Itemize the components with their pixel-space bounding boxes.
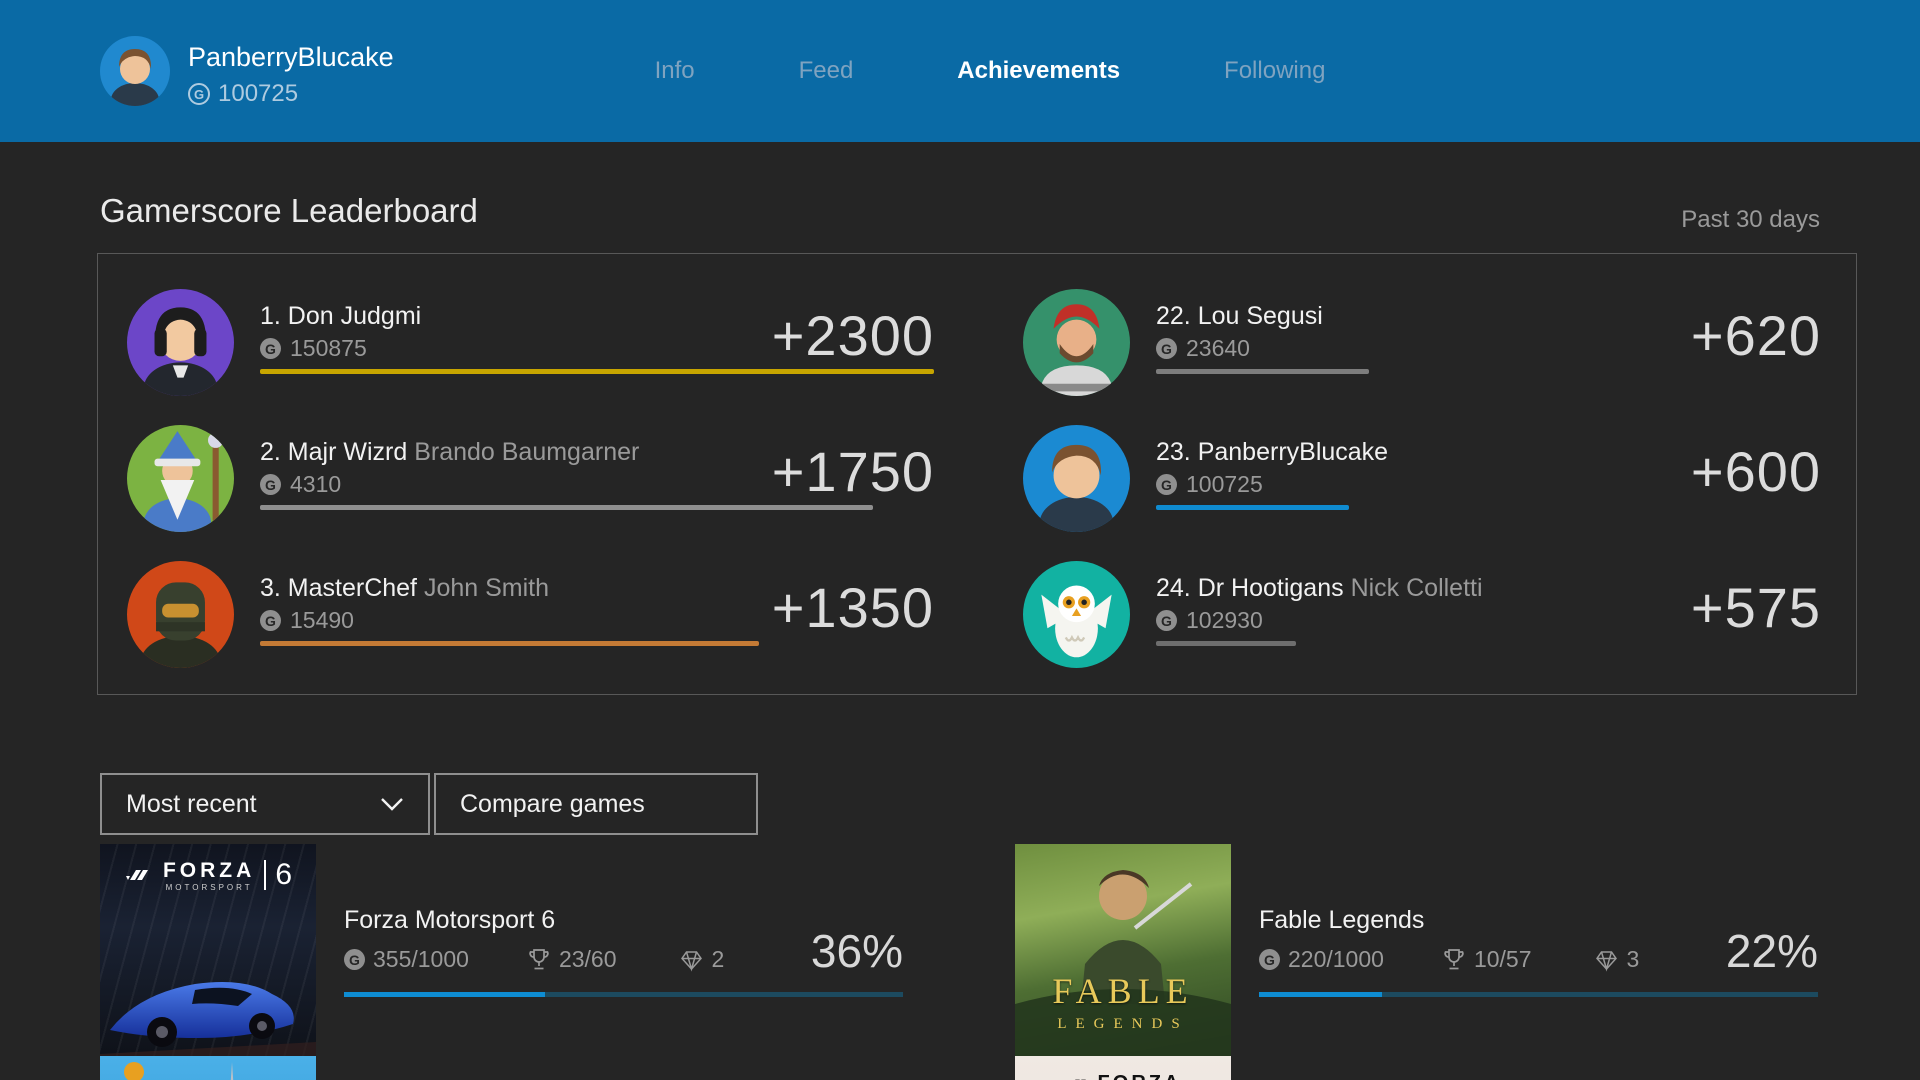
page-title: Gamerscore Leaderboard (100, 192, 478, 230)
avatar-majr-wizrd (127, 425, 234, 532)
score-bar (1156, 505, 1349, 510)
forza-logo: FORZA MOTORSPORT 6 (100, 858, 316, 892)
player-name: 2. Majr Wizrd Brando Baumgarner (260, 438, 639, 467)
gamerscore-icon: G (1156, 610, 1177, 631)
gem-icon (1594, 948, 1619, 972)
player-name: 22. Lou Segusi (1156, 302, 1323, 331)
blue-landscape-art (100, 1056, 316, 1080)
game-achievements: 10/57 (1474, 946, 1532, 973)
player-gamerscore: G 15490 (260, 607, 354, 634)
player-gamerscore: G 150875 (260, 335, 367, 362)
trophy-icon (1442, 947, 1466, 973)
leaderboard-row-23[interactable]: 23. PanberryBlucake G 100725 +600 (1023, 425, 1821, 532)
trophy-icon (527, 947, 551, 973)
avatar-lou-segusi (1023, 289, 1130, 396)
game-tile-fable-legends[interactable]: FABLE LEGENDS (1015, 844, 1231, 1062)
leaderboard-row-2[interactable]: 2. Majr Wizrd Brando Baumgarner G 4310 +… (127, 425, 934, 532)
blue-car-art (100, 932, 316, 1062)
game-stats: G 220/1000 10/57 3 (1259, 946, 1639, 973)
avatar-don-judgmi (127, 289, 234, 396)
game-title: Forza Motorsport 6 (344, 906, 555, 935)
leaderboard-row-22[interactable]: 22. Lou Segusi G 23640 +620 (1023, 289, 1821, 396)
score-delta: +575 (1691, 575, 1821, 640)
tab-info[interactable]: Info (655, 57, 695, 85)
score-bar (260, 505, 873, 510)
score-delta: +620 (1691, 303, 1821, 368)
score-bar (260, 641, 759, 646)
tab-following[interactable]: Following (1224, 57, 1325, 85)
game-title: Fable Legends (1259, 906, 1424, 935)
compare-games-label: Compare games (460, 790, 645, 819)
gamerscore-icon: G (1259, 949, 1280, 970)
game-progress-bar (344, 992, 903, 997)
gamerscore-icon: G (260, 610, 281, 631)
gamerscore-icon: G (260, 474, 281, 495)
avatar-panberryblucake (1023, 425, 1130, 532)
gem-icon (679, 948, 704, 972)
gamerscore-icon: G (260, 338, 281, 359)
game-challenges: 2 (712, 946, 725, 973)
score-delta: +1350 (772, 575, 934, 640)
sort-dropdown[interactable]: Most recent (100, 773, 430, 835)
leaderboard-row-1[interactable]: 1. Don Judgmi G 150875 +2300 (127, 289, 934, 396)
profile-tabs: Info Feed Achievements Following (0, 0, 1920, 142)
profile-header: PanberryBlucake G 100725 Info Feed Achie… (0, 0, 1920, 142)
gamerscore-icon: G (1156, 474, 1177, 495)
player-gamerscore: G 102930 (1156, 607, 1263, 634)
period-label: Past 30 days (1681, 206, 1820, 234)
avatar-dr-hootigans (1023, 561, 1130, 668)
avatar-masterchef (127, 561, 234, 668)
tab-feed[interactable]: Feed (799, 57, 854, 85)
game-progress-bar (1259, 992, 1818, 997)
game-tile-partial-right[interactable]: FORZA (1015, 1056, 1231, 1080)
game-gamerscore: 355/1000 (373, 946, 469, 973)
score-bar (1156, 369, 1369, 374)
game-completion-percent: 36% (744, 924, 903, 978)
score-bar (260, 369, 934, 374)
score-delta: +1750 (772, 439, 934, 504)
score-delta: +2300 (772, 303, 934, 368)
gamerscore-icon: G (344, 949, 365, 970)
game-achievements: 23/60 (559, 946, 617, 973)
leaderboard-row-24[interactable]: 24. Dr Hootigans Nick Colletti G 102930 … (1023, 561, 1821, 668)
leaderboard-row-3[interactable]: 3. MasterChef John Smith G 15490 +1350 (127, 561, 934, 668)
game-tile-partial-left[interactable] (100, 1056, 316, 1080)
game-tile-forza-motorsport-6[interactable]: FORZA MOTORSPORT 6 (100, 844, 316, 1062)
player-gamerscore: G 100725 (1156, 471, 1263, 498)
sort-dropdown-value: Most recent (126, 790, 257, 819)
forza-flag-icon (124, 866, 154, 884)
compare-games-button[interactable]: Compare games (434, 773, 758, 835)
game-stats: G 355/1000 23/60 2 (344, 946, 724, 973)
forza-logo: FORZA (1015, 1072, 1231, 1080)
game-progress-fill (1259, 992, 1382, 997)
chevron-down-icon (380, 797, 404, 811)
game-challenges: 3 (1627, 946, 1640, 973)
gamerscore-icon: G (1156, 338, 1177, 359)
score-delta: +600 (1691, 439, 1821, 504)
tab-achievements[interactable]: Achievements (957, 57, 1120, 85)
game-completion-percent: 22% (1659, 924, 1818, 978)
fable-logo: FABLE (1015, 970, 1231, 1012)
player-name: 3. MasterChef John Smith (260, 574, 549, 603)
player-name: 1. Don Judgmi (260, 302, 421, 331)
score-bar (1156, 641, 1296, 646)
player-name: 24. Dr Hootigans Nick Colletti (1156, 574, 1483, 603)
game-progress-fill (344, 992, 545, 997)
player-name: 23. PanberryBlucake (1156, 438, 1388, 467)
player-gamerscore: G 4310 (260, 471, 341, 498)
forza-flag-icon (1065, 1076, 1091, 1080)
player-gamerscore: G 23640 (1156, 335, 1250, 362)
game-gamerscore: 220/1000 (1288, 946, 1384, 973)
leaderboard-panel: 1. Don Judgmi G 150875 +2300 2. Maj (97, 253, 1857, 695)
